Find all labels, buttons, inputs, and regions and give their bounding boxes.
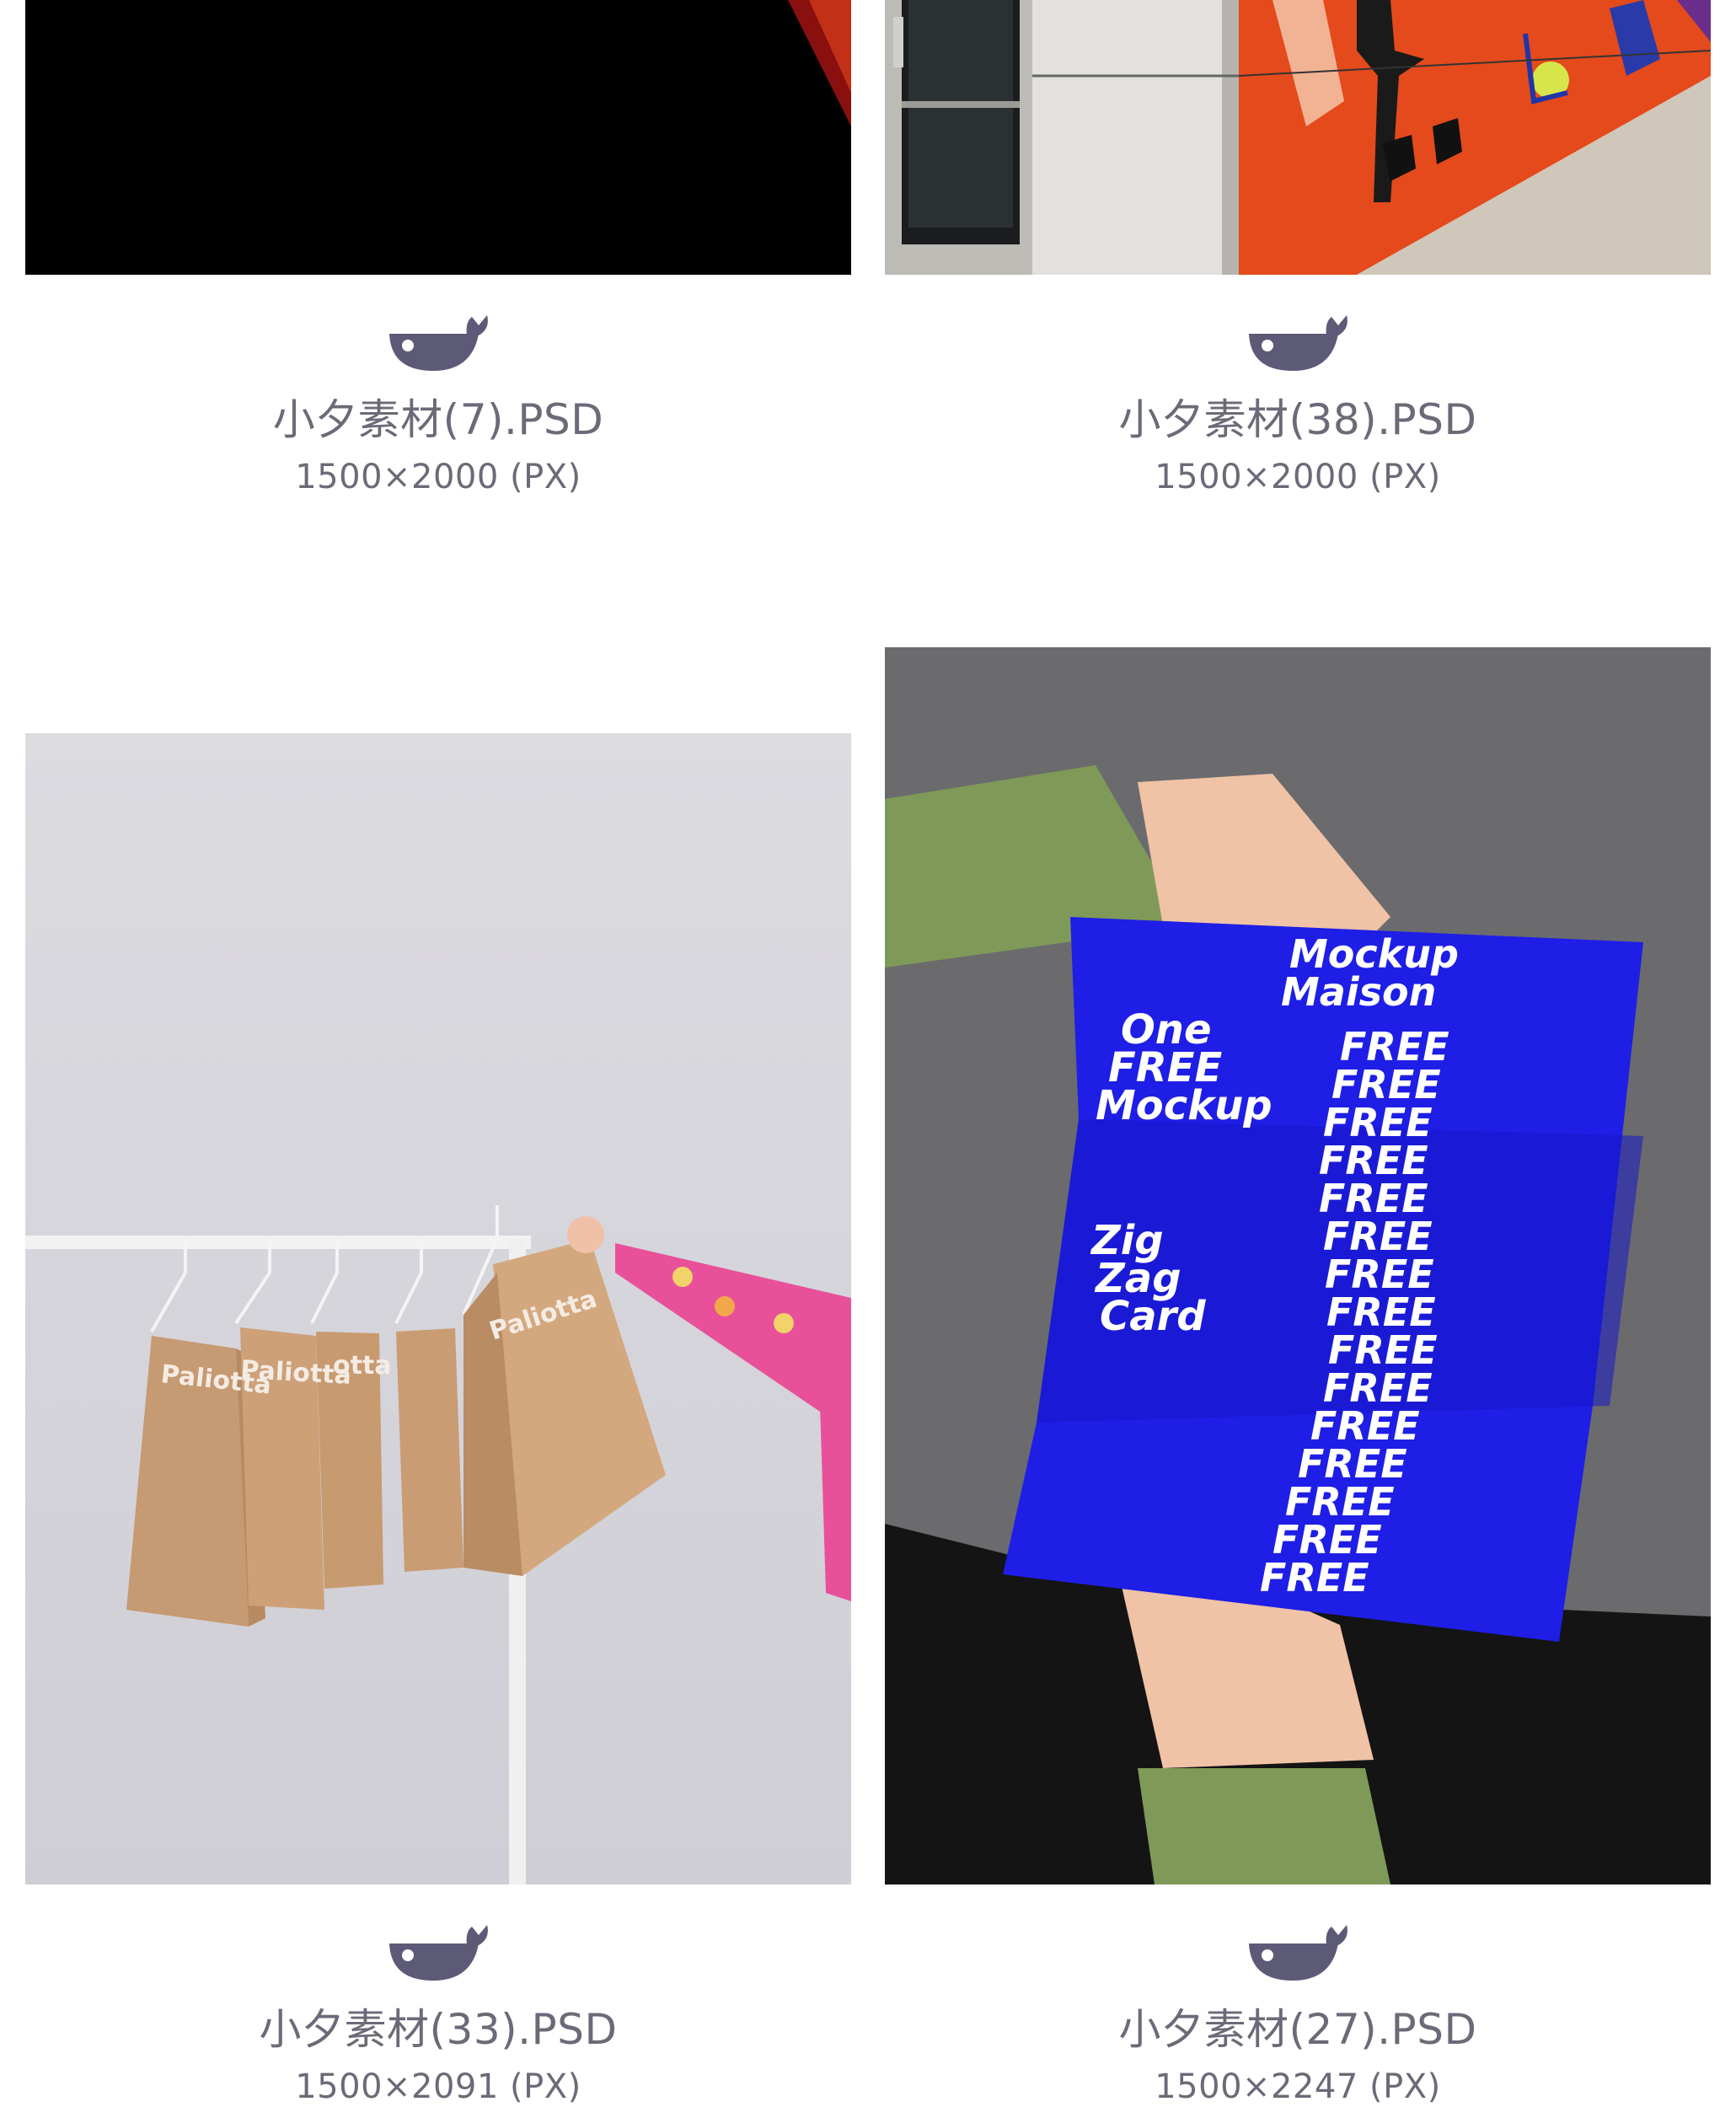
- asset-card-3[interactable]: Paliotta Paliotta otta Paliotta 小夕素材(33)…: [25, 733, 851, 2107]
- asset-card-4[interactable]: Mockup Maison One FREE Mockup Zig Zag Ca…: [885, 647, 1711, 2107]
- asset-thumbnail-4[interactable]: Mockup Maison One FREE Mockup Zig Zag Ca…: [885, 647, 1711, 1885]
- mural-mockup-image: [885, 0, 1711, 275]
- asset-card-1[interactable]: 小夕素材(7).PSD 1500×2000 (PX): [25, 0, 851, 506]
- bag-label: otta: [333, 1351, 392, 1381]
- card-text: FREE: [1260, 1555, 1369, 1600]
- file-name: 小夕素材(27).PSD: [1118, 2005, 1477, 2054]
- file-dimensions: 1500×2000 (PX): [295, 458, 581, 496]
- zigzag-card-mockup-image: Mockup Maison One FREE Mockup Zig Zag Ca…: [885, 647, 1711, 1885]
- shopping-bags-mockup-image: Paliotta Paliotta otta Paliotta: [25, 733, 851, 1885]
- card-text: Mockup: [1096, 1082, 1273, 1129]
- asset-thumbnail-1[interactable]: [25, 0, 851, 275]
- file-name: 小夕素材(33).PSD: [259, 2005, 618, 2054]
- dark-mockup-image: [25, 0, 851, 275]
- asset-thumbnail-3[interactable]: Paliotta Paliotta otta Paliotta: [25, 733, 851, 1885]
- whale-logo-icon: [1249, 315, 1348, 371]
- file-dimensions: 1500×2247 (PX): [1155, 2067, 1441, 2106]
- asset-thumbnail-2[interactable]: [885, 0, 1711, 275]
- file-name: 小夕素材(7).PSD: [272, 395, 604, 444]
- file-dimensions: 1500×2000 (PX): [1155, 458, 1441, 496]
- whale-logo-icon: [1249, 1925, 1348, 1981]
- asset-card-2[interactable]: 小夕素材(38).PSD 1500×2000 (PX): [885, 0, 1711, 506]
- file-dimensions: 1500×2091 (PX): [295, 2067, 581, 2106]
- file-name: 小夕素材(38).PSD: [1118, 395, 1477, 444]
- whale-logo-icon: [389, 315, 488, 371]
- whale-logo-icon: [389, 1925, 488, 1981]
- card-text: Maison: [1281, 969, 1436, 1015]
- card-text: Card: [1100, 1293, 1206, 1340]
